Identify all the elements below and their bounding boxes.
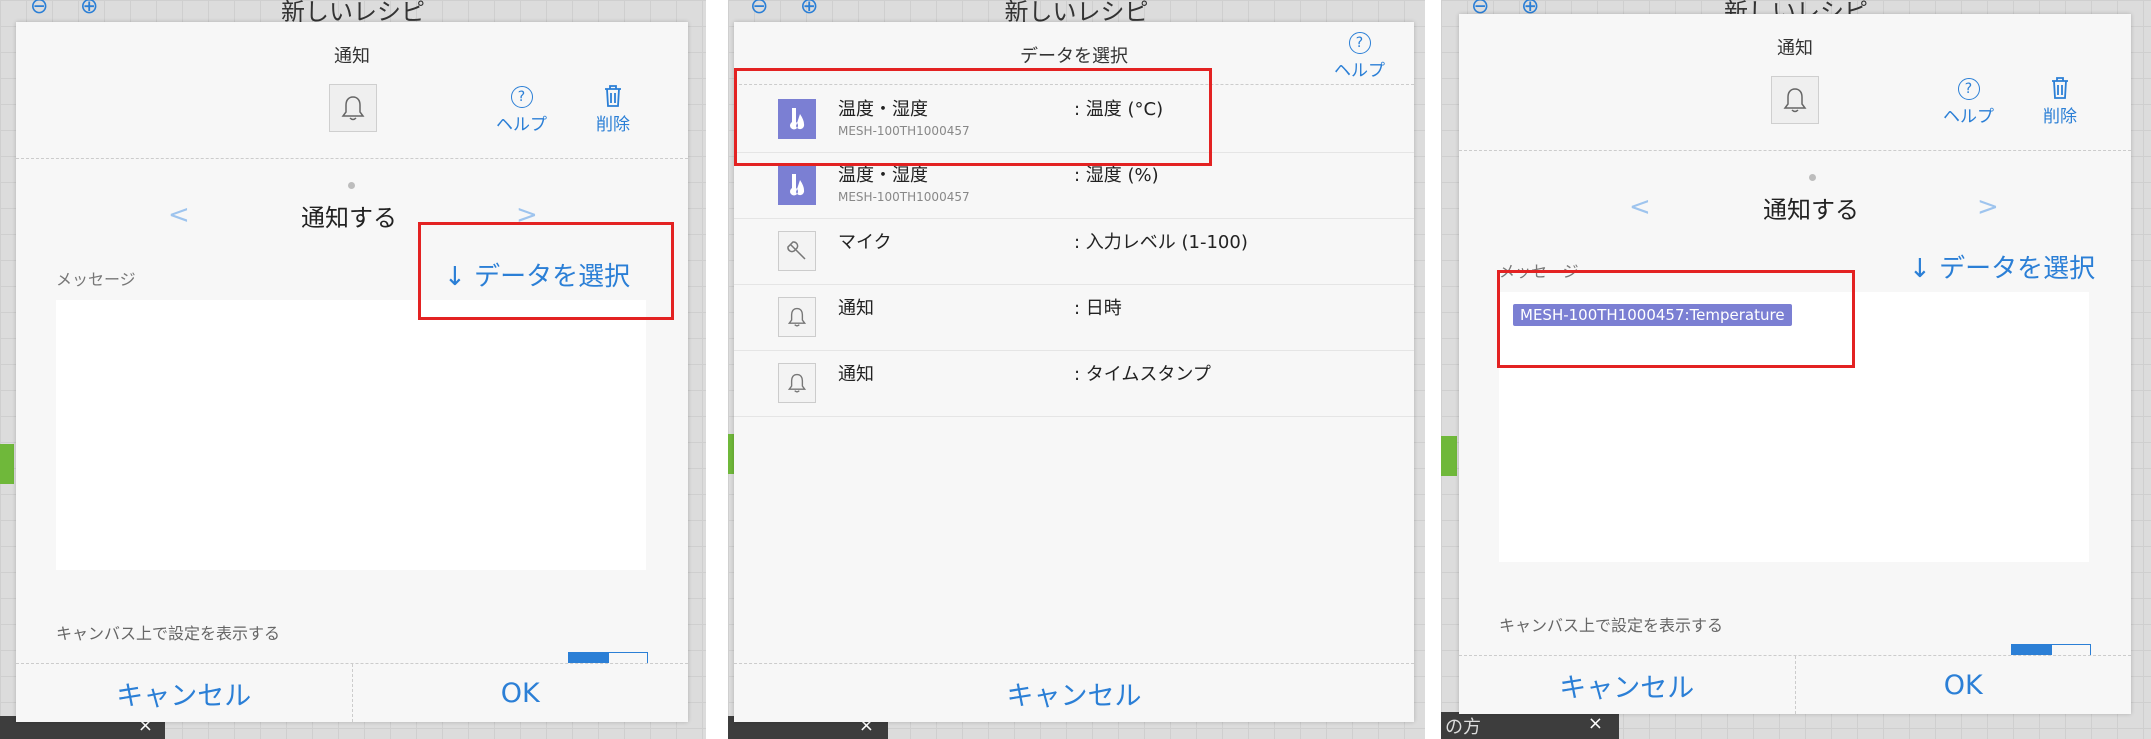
help-button[interactable]: ? ヘルプ [1943,78,1994,127]
page-indicator [348,182,355,189]
app-toolbar: ⊖ ⊕ 新しいレシピ [0,0,706,26]
divider [16,158,688,159]
delete-button[interactable]: 削除 [2043,76,2077,127]
help-button[interactable]: ? ヘルプ [496,86,547,135]
data-item[interactable]: マイク : 入力レベル (1-100) [734,218,1414,285]
trash-icon [605,85,621,107]
canvas-block [0,444,14,484]
cancel-button[interactable]: キャンセル [734,664,1414,722]
item-value: : 入力レベル (1-100) [1074,232,1248,253]
chevron-right-icon[interactable]: > [1977,192,1999,222]
thermometer-icon [778,165,816,205]
item-value: : タイムスタンプ [1074,364,1211,385]
help-icon: ? [1957,78,1980,100]
help-button[interactable]: ? ヘルプ [1334,32,1385,81]
close-icon[interactable]: × [1588,713,1603,734]
help-label: ヘルプ [1334,61,1385,81]
help-icon: ? [510,86,533,108]
show-on-canvas-label: キャンバス上で設定を表示する [56,624,281,643]
bell-icon [1783,88,1807,113]
item-value: : 日時 [1074,298,1122,319]
help-icon: ? [1348,32,1371,54]
message-input[interactable] [56,300,646,570]
cancel-button[interactable]: キャンセル [16,664,352,722]
chevron-left-icon[interactable]: < [168,200,190,230]
data-item[interactable]: 通知 : タイムスタンプ [734,350,1414,417]
page-indicator [1809,174,1816,181]
help-label: ヘルプ [1943,107,1994,127]
bell-icon [341,96,365,121]
dialog-footer: キャンセル OK [16,663,688,722]
panel-select-data-dialog: ⊖ ⊕ 新しいレシピ × データを選択 ? ヘルプ 温度・湿度 MESH-100… [728,0,1425,739]
ok-button[interactable]: OK [351,664,689,722]
dialog-title: データを選択 [1020,46,1128,67]
notify-block-icon [329,84,377,132]
highlight-data-token [1497,270,1855,368]
bottom-tab-bar: の方 × [1441,712,1619,739]
notify-title: 通知する [1763,196,1859,224]
highlight-temperature-item [734,68,1212,166]
tab-label[interactable]: の方 [1445,713,1481,739]
dialog-title: 通知 [334,46,370,67]
show-on-canvas-toggle[interactable] [568,652,648,663]
item-name: 通知 [838,298,874,319]
cancel-button[interactable]: キャンセル [1459,656,1795,714]
dialog-footer: キャンセル [734,663,1414,722]
select-data-label: データを選択 [1939,254,2096,284]
select-data-button[interactable]: ↓ データを選択 [1909,248,2095,285]
notify-dialog: 通知 ? ヘルプ 削除 < 通知する > メッセージ ↓ データを選択 キャンバ… [16,22,688,722]
show-on-canvas-toggle[interactable] [2011,644,2091,655]
highlight-select-data [418,222,674,320]
panel-notify-dialog: ⊖ ⊕ 新しいレシピ × 通知 ? ヘルプ 削除 < 通知する > メッセージ … [0,0,706,739]
ok-button[interactable]: OK [1794,656,2132,714]
dialog-title: 通知 [1777,38,1813,59]
notify-title: 通知する [301,204,397,232]
panel-notify-dialog-filled: ⊖ ⊕ 新しいレシピ の方 × 通知 ? ヘルプ 削除 < 通知する > メッセ… [1441,0,2151,739]
bell-icon [778,363,816,403]
dialog-footer: キャンセル OK [1459,655,2131,714]
chevron-left-icon[interactable]: < [1629,192,1651,222]
delete-button[interactable]: 削除 [596,84,630,135]
delete-label: 削除 [596,115,630,135]
item-name: マイク [838,232,892,253]
trash-icon [2052,77,2068,99]
app-toolbar: ⊖ ⊕ 新しいレシピ [728,0,1425,26]
canvas-block [1441,436,1457,476]
delete-label: 削除 [2043,107,2077,127]
arrow-down-icon: ↓ [1909,254,1931,284]
item-name: 通知 [838,364,874,385]
bell-icon [778,297,816,337]
message-label: メッセージ [56,270,136,289]
microphone-icon [778,231,816,271]
item-device: MESH-100TH1000457 [838,190,970,204]
notify-block-icon [1771,76,1819,124]
help-label: ヘルプ [496,115,547,135]
divider [1459,150,2131,151]
data-item[interactable]: 通知 : 日時 [734,284,1414,351]
show-on-canvas-label: キャンバス上で設定を表示する [1499,616,1724,635]
